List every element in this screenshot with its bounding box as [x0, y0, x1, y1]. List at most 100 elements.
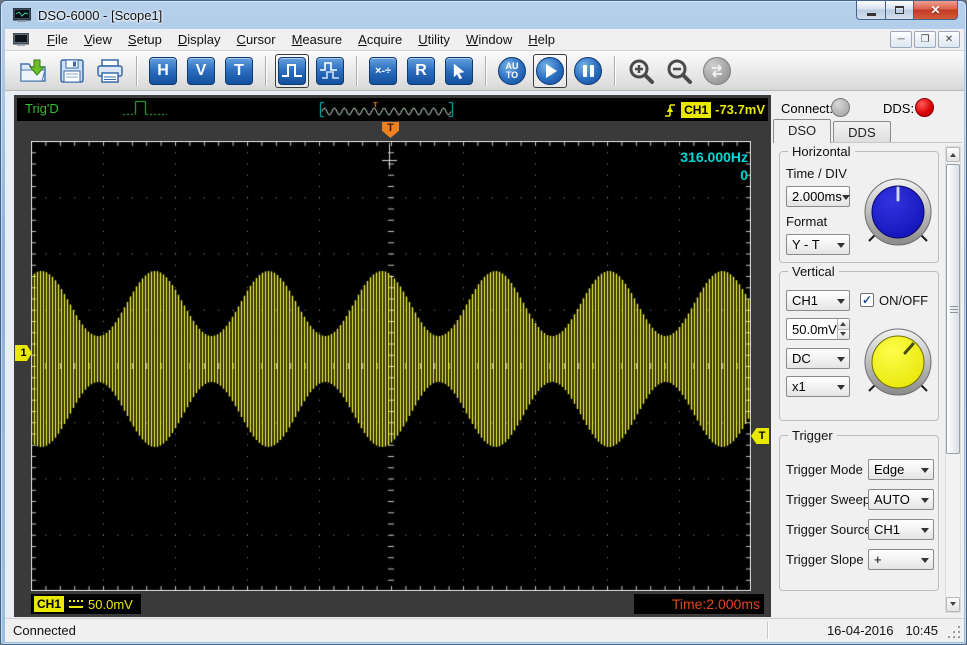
- menu-item-file[interactable]: File: [39, 29, 76, 50]
- trigger-slope-select[interactable]: +: [868, 549, 934, 570]
- trigger-slope-label: Trigger Slope: [786, 552, 864, 567]
- menu-item-measure[interactable]: Measure: [284, 29, 351, 50]
- horizontal-group-title: Horizontal: [788, 144, 855, 159]
- trigger-type-pulse-icon: [122, 98, 168, 120]
- close-button[interactable]: ✕: [913, 1, 958, 20]
- menu-item-help[interactable]: Help: [520, 29, 563, 50]
- autoset-button[interactable]: AUTO: [495, 54, 529, 88]
- status-bar: Connected 16-04-2016 10:45: [5, 618, 964, 642]
- menu-item-display[interactable]: Display: [170, 29, 229, 50]
- toolbar: H V T ×-÷ R AUTO: [5, 51, 964, 91]
- counter-readout: 0: [740, 167, 748, 183]
- scope-panel: Trig'D CH1 -73.7mV T 316.000Hz 0 1 T: [14, 95, 771, 617]
- channel1-position-marker[interactable]: 1: [15, 345, 32, 361]
- spin-down-icon[interactable]: [838, 330, 849, 340]
- menu-item-acquire[interactable]: Acquire: [350, 29, 410, 50]
- trigger-status: Trig'D: [21, 100, 63, 117]
- format-label: Format: [786, 214, 827, 229]
- acquisition-status-bar: Trig'D CH1 -73.7mV: [17, 98, 768, 121]
- app-icon: [13, 8, 31, 23]
- menu-bar: FileViewSetupDisplayCursorMeasureAcquire…: [5, 29, 964, 51]
- coupling-select[interactable]: DC: [786, 348, 850, 369]
- chevron-down-icon: [842, 190, 850, 204]
- scroll-down-button[interactable]: [946, 597, 960, 612]
- toolbar-separator: [136, 56, 137, 86]
- mdi-close-button[interactable]: ✕: [938, 31, 960, 48]
- menu-item-setup[interactable]: Setup: [120, 29, 170, 50]
- cursor-select-button[interactable]: [442, 54, 476, 88]
- dual-pulse-icon: [316, 57, 344, 85]
- panel-scrollbar[interactable]: [945, 146, 961, 613]
- client-area: Trig'D CH1 -73.7mV T 316.000Hz 0 1 T: [5, 91, 964, 618]
- horizontal-knob[interactable]: [860, 174, 936, 250]
- tab-dds[interactable]: DDS: [833, 121, 890, 143]
- format-select[interactable]: Y - T: [786, 234, 850, 255]
- pause-button[interactable]: [571, 54, 605, 88]
- cursor-arrow-icon: [445, 57, 473, 85]
- chevron-down-icon: [916, 463, 933, 477]
- status-time: 10:45: [905, 623, 938, 638]
- h-icon: H: [149, 57, 177, 85]
- probe-select[interactable]: x1: [786, 376, 850, 397]
- connection-status-row: Connect: DDS:: [771, 95, 964, 121]
- scrollbar-thumb[interactable]: [946, 164, 960, 454]
- print-button[interactable]: [93, 54, 127, 88]
- trigger-source-label: Trigger Source: [786, 522, 872, 537]
- chevron-down-icon: [832, 294, 849, 308]
- volt-div-spinner[interactable]: 50.0mV: [786, 318, 850, 340]
- chevron-down-icon: [916, 523, 933, 537]
- time-per-div-readout: Time:2.000ms: [634, 594, 764, 614]
- menu-item-window[interactable]: Window: [458, 29, 520, 50]
- math-button[interactable]: ×-÷: [366, 54, 400, 88]
- minimize-button[interactable]: [856, 1, 885, 20]
- zoom-in-icon: [627, 57, 655, 85]
- trigger-level-marker[interactable]: T: [751, 428, 769, 444]
- menu-items: FileViewSetupDisplayCursorMeasureAcquire…: [39, 29, 563, 50]
- mdi-restore-button[interactable]: ❐: [914, 31, 936, 48]
- print-icon: [96, 58, 124, 84]
- vertical-knob[interactable]: [860, 324, 936, 400]
- toolbar-separator: [485, 56, 486, 86]
- channel-select[interactable]: CH1: [786, 290, 850, 311]
- channel-readout: CH1 50.0mV: [31, 594, 141, 614]
- vertical-group: Vertical CH1 ON/OFF 50.0mV DC x1: [779, 271, 939, 421]
- open-button[interactable]: [17, 54, 51, 88]
- trigger-cursor-button[interactable]: T: [222, 54, 256, 88]
- v-icon: V: [187, 57, 215, 85]
- horizontal-cursor-button[interactable]: H: [146, 54, 180, 88]
- toolbar-separator: [614, 56, 615, 86]
- resize-grip[interactable]: [948, 626, 960, 638]
- trigger-source-select[interactable]: CH1: [868, 519, 934, 540]
- zoom-in-button[interactable]: [624, 54, 658, 88]
- single-pulse-button[interactable]: [275, 54, 309, 88]
- channel-onoff-checkbox[interactable]: [860, 293, 874, 307]
- scope-display: [31, 141, 751, 591]
- reference-button[interactable]: R: [404, 54, 438, 88]
- transfer-button[interactable]: [700, 54, 734, 88]
- trigger-position-marker[interactable]: T: [382, 122, 399, 138]
- control-panel: Connect: DDS: DSO DDS Horizontal Time / …: [771, 91, 964, 618]
- trigger-sweep-select[interactable]: AUTO: [868, 489, 934, 510]
- maximize-button[interactable]: [885, 1, 913, 20]
- save-button[interactable]: [55, 54, 89, 88]
- open-folder-icon: [19, 58, 49, 84]
- run-button[interactable]: [533, 54, 567, 88]
- trigger-mode-select[interactable]: Edge: [868, 459, 934, 480]
- time-div-label: Time / DIV: [786, 166, 847, 181]
- time-div-select[interactable]: 2.000ms: [786, 186, 850, 207]
- rising-edge-icon: [663, 101, 677, 119]
- vertical-cursor-button[interactable]: V: [184, 54, 218, 88]
- dso-tab-body: Horizontal Time / DIV 2.000ms Format Y -…: [773, 142, 962, 616]
- mdi-minimize-button[interactable]: ─: [890, 31, 912, 48]
- scroll-up-button[interactable]: [946, 147, 960, 162]
- menu-item-view[interactable]: View: [76, 29, 120, 50]
- play-icon: [536, 57, 564, 85]
- chevron-down-icon: [916, 493, 933, 507]
- zoom-out-button[interactable]: [662, 54, 696, 88]
- menu-item-cursor[interactable]: Cursor: [229, 29, 284, 50]
- dual-pulse-button[interactable]: [313, 54, 347, 88]
- tab-dso[interactable]: DSO: [773, 119, 831, 143]
- spin-up-icon[interactable]: [838, 319, 849, 330]
- chevron-down-icon: [832, 352, 849, 366]
- menu-item-utility[interactable]: Utility: [410, 29, 458, 50]
